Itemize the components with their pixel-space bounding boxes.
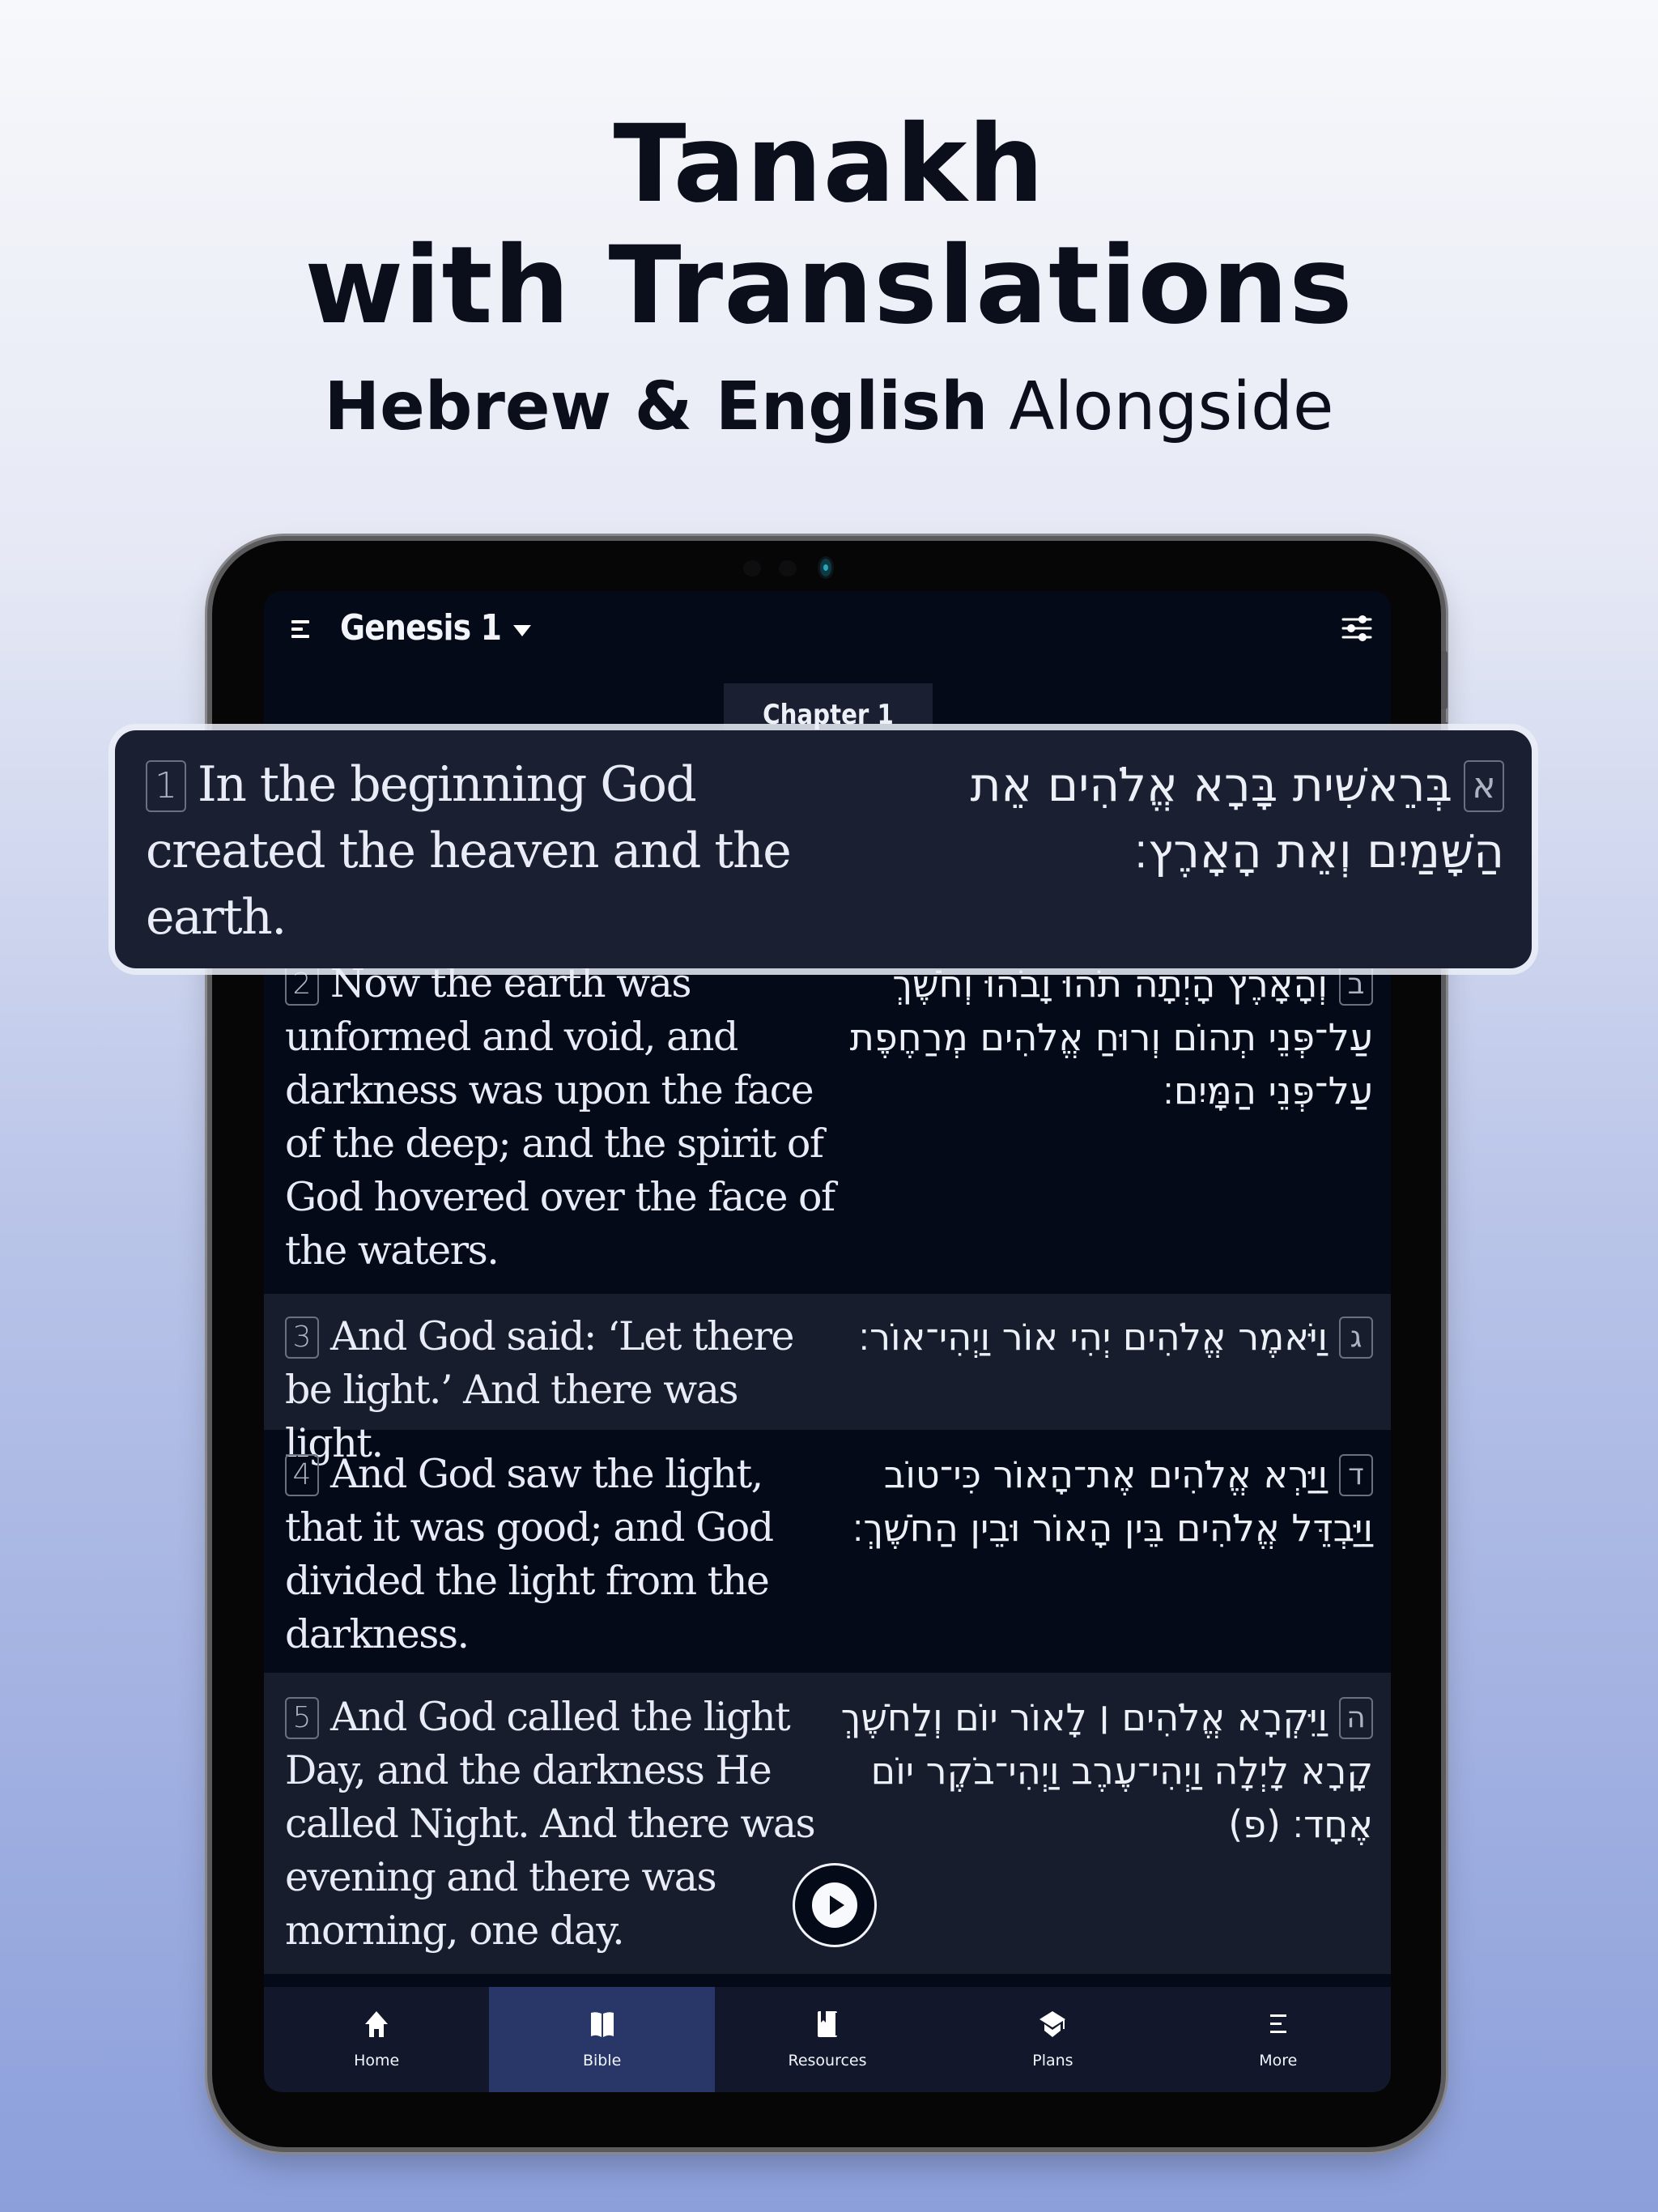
open-book-icon (590, 2012, 614, 2037)
hebrew-text: בוְהָאָרֶץ הָיְתָה תֹהוּ וָבֹהוּ וְחֹשֶׁ… (849, 962, 1373, 1112)
device-volume-button (1441, 651, 1448, 709)
hebrew-text: אבְּרֵאשִׁית בָּרָא אֱלֹהִים אֵת הַשָּׁמ… (970, 757, 1504, 878)
verse-number: 1 (146, 760, 186, 812)
bottom-navigation: Home Bible Resources Plans More (264, 1987, 1391, 2092)
nav-label: Bible (582, 2052, 622, 2069)
english-text: 2 Now the earth was unformed and void, an… (285, 960, 835, 1274)
home-icon (365, 2011, 389, 2037)
promo-subtitle-light: Alongside (1009, 368, 1334, 445)
verse-row-3[interactable]: 3 And God said: ‘Let there be light.’ And… (264, 1294, 1391, 1466)
verse-row-4[interactable]: 4 And God saw the light, that it was good… (264, 1430, 1391, 1673)
hebrew-verse-number: ב (1339, 963, 1373, 1006)
nav-label: More (1259, 2052, 1298, 2069)
verse-number: 5 (285, 1697, 319, 1739)
hebrew-verse-number: ג (1339, 1317, 1373, 1359)
verse-number: 3 (285, 1317, 319, 1359)
nav-item-more[interactable]: More (1166, 1987, 1391, 2092)
caret-down-icon[interactable] (513, 625, 531, 636)
hamburger-menu-icon[interactable] (291, 617, 316, 641)
verse-number: 2 (285, 963, 319, 1006)
nav-label: Plans (1032, 2052, 1073, 2069)
sliders-icon[interactable] (1341, 612, 1373, 644)
nav-label: Resources (788, 2052, 867, 2069)
promo-title-line2: with Translations (304, 223, 1354, 348)
hebrew-text: דוַיַּרְא אֱלֹהִים אֶת־הָאוֹר כִּי־טוֹב … (852, 1453, 1373, 1550)
more-menu-icon (1269, 2014, 1286, 2033)
app-header: Genesis 1 (264, 591, 1391, 672)
promo-subtitle: Hebrew & English Alongside (0, 363, 1658, 452)
promo-subtitle-bold: Hebrew & English (324, 368, 988, 445)
nav-item-resources[interactable]: Resources (715, 1987, 940, 2092)
english-text: 4 And God saw the light, that it was good… (285, 1451, 774, 1657)
graduation-cap-icon (1039, 2011, 1066, 2037)
promo-title-line1: Tanakh (613, 102, 1045, 227)
hebrew-verse-number: ד (1339, 1454, 1373, 1496)
verse-number: 4 (285, 1454, 319, 1496)
bookmark-book-icon (818, 2011, 838, 2037)
audio-play-button[interactable] (795, 1865, 874, 1945)
verse-row-2[interactable]: 2 Now the earth was unformed and void, an… (264, 960, 1391, 1294)
hebrew-text: גוַיֹּאמֶר אֱלֹהִים יְהִי אוֹר וַיְהִי־א… (839, 1310, 1373, 1363)
nav-item-bible[interactable]: Bible (489, 1987, 715, 2092)
nav-label: Home (354, 2052, 400, 2069)
nav-item-home[interactable]: Home (264, 1987, 489, 2092)
play-icon (830, 1895, 844, 1915)
hebrew-verse-number: ה (1339, 1697, 1373, 1739)
device-camera (820, 559, 831, 576)
promo-title: Tanakh with Translations (0, 104, 1658, 347)
book-chapter-title[interactable]: Genesis 1 (340, 607, 502, 649)
hebrew-text: הוַיִּקְרָא אֱלֹהִים ׀ לָאוֹר יוֹם וְלַח… (840, 1695, 1373, 1846)
nav-item-plans[interactable]: Plans (940, 1987, 1165, 2092)
hebrew-verse-number: א (1464, 760, 1504, 812)
highlighted-verse-card[interactable]: 1 In the beginning God created the heaven… (115, 730, 1532, 968)
device-sensor (779, 560, 797, 576)
english-text: 5 And God called the light Day, and the d… (285, 1694, 816, 1954)
device-sensor (743, 560, 761, 576)
english-text: 1 In the beginning God created the heaven… (146, 756, 792, 946)
